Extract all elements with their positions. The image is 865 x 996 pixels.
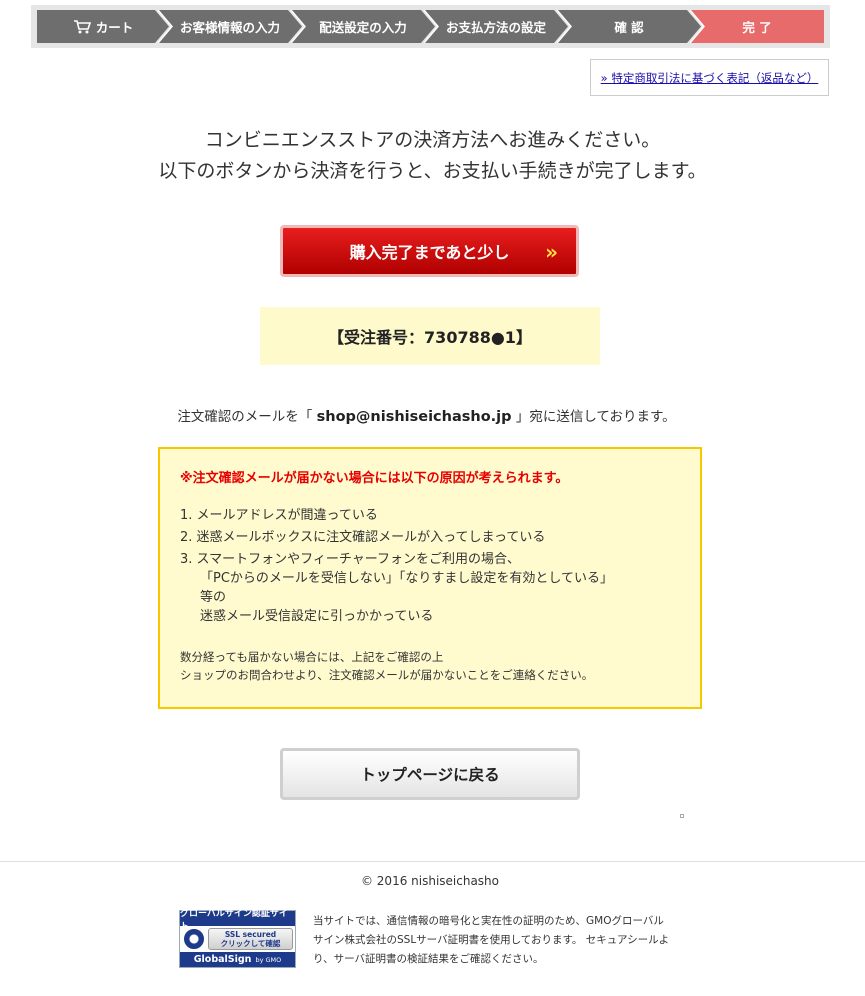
checkout-steps-bar: カート お客様情報の入力 配送設定の入力 お支払方法の設定 確 認 完 了 [31, 5, 830, 48]
ssl-secured-text: SSL secured [224, 930, 277, 939]
reason-detail: 迷惑メール受信設定に引っかかっている [200, 609, 434, 624]
badge-middle: SSL secured クリックして確認 [180, 926, 295, 952]
step-shipping: 配送設定の入力 [291, 10, 435, 43]
tracking-pixel [680, 814, 684, 818]
mail-confirm-suffix: 」宛に送信しております。 [515, 409, 676, 425]
proceed-to-payment-button[interactable]: 購入完了まであと少し » [280, 225, 579, 277]
intro-text: コンビニエンスストアの決済方法へお進みください。 以下のボタンから決済を行うと、… [0, 125, 865, 187]
mail-confirm-email: shop@nishiseichasho.jp [316, 409, 512, 425]
copyright: © 2016 nishiseichasho [360, 874, 500, 888]
globalsign-ssl-badge[interactable]: グローバルサイン認証サイト SSL secured クリックして確認 Globa… [179, 909, 296, 968]
back-to-top-page-button[interactable]: トップページに戻る [280, 748, 580, 800]
badge-brand-by: by GMO [255, 955, 282, 964]
reason-detail: 「PCからのメールを受信しない」「なりすまし設定を有効としている」等の [200, 571, 614, 605]
globalsign-description: 当サイトでは、通信情報の暗号化と実在性の証明のため、GMOグローバルサイン株式会… [313, 915, 670, 965]
reason-item: 2. 迷惑メールボックスに注文確認メールが入ってしまっている [180, 530, 546, 545]
step-label: 配送設定の入力 [319, 20, 407, 35]
reason-item: 3. スマートフォンやフィーチャーフォンをご利用の場合、 「PCからのメールを受… [180, 550, 680, 626]
footer-divider [0, 861, 865, 862]
mail-confirm-prefix: 注文確認のメールを「 [177, 409, 313, 425]
step-customer-info: お客様情報の入力 [158, 10, 302, 43]
reason-item: 1. メールアドレスが間違っている [180, 508, 378, 523]
notice-warning: ※注文確認メールが届かない場合には以下の原因が考えられます。 [180, 471, 569, 486]
step-payment: お支払方法の設定 [424, 10, 568, 43]
badge-top-label: グローバルサイン認証サイト [180, 909, 295, 932]
checkout-steps: カート お客様情報の入力 配送設定の入力 お支払方法の設定 確 認 完 了 [37, 10, 824, 43]
order-number: 【受注番号：730788●1】 [328, 328, 532, 347]
step-label: 確 認 [614, 20, 644, 35]
order-number-box: 【受注番号：730788●1】 [260, 307, 600, 365]
step-label: 完 了 [742, 20, 772, 35]
reason-item-text: 3. スマートフォンやフィーチャーフォンをご利用の場合、 [180, 552, 520, 567]
reason-list: 1. メールアドレスが間違っている 2. 迷惑メールボックスに注文確認メールが入… [180, 506, 680, 626]
intro-line-1: コンビニエンスストアの決済方法へお進みください。 [204, 129, 661, 151]
notice-footer: 数分経っても届かない場合には、上記をご確認の上 ショップのお問合わせより、注文確… [180, 648, 680, 684]
step-label: カート [95, 20, 134, 35]
cart-icon [73, 20, 91, 34]
legal-notice-box: » 特定商取引法に基づく表記（返品など） [590, 59, 829, 96]
step-cart: カート [37, 10, 169, 43]
ssl-click-text: クリックして確認 [220, 939, 281, 948]
legal-notice-link[interactable]: » 特定商取引法に基づく表記（返品など） [601, 70, 819, 86]
step-label: お客様情報の入力 [179, 20, 280, 35]
seal-icon [184, 929, 204, 949]
double-chevron-right-icon: » [545, 240, 558, 264]
back-to-top-label: トップページに戻る [360, 766, 500, 784]
notice-footer-line-1: 数分経っても届かない場合には、上記をご確認の上 [180, 650, 444, 664]
step-confirm: 確 認 [557, 10, 701, 43]
email-notice-box: ※注文確認メールが届かない場合には以下の原因が考えられます。 1. メールアドレ… [158, 447, 702, 709]
badge-brand: GlobalSign by GMO [180, 952, 295, 967]
step-label: お支払方法の設定 [445, 20, 546, 35]
step-complete: 完 了 [690, 10, 824, 43]
proceed-button-label: 購入完了まであと少し [349, 243, 510, 262]
ssl-secured-button: SSL secured クリックして確認 [208, 928, 293, 950]
mail-confirm-text: 注文確認のメールを「 shop@nishiseichasho.jp 」宛に送信し… [0, 405, 853, 425]
badge-brand-name: GlobalSign [193, 954, 252, 965]
step-label-wrap: カート [73, 17, 134, 36]
notice-footer-line-2: ショップのお問合わせより、注文確認メールが届かないことをご連絡ください。 [180, 668, 594, 682]
intro-line-2: 以下のボタンから決済を行うと、お支払い手続きが完了します。 [158, 160, 707, 182]
